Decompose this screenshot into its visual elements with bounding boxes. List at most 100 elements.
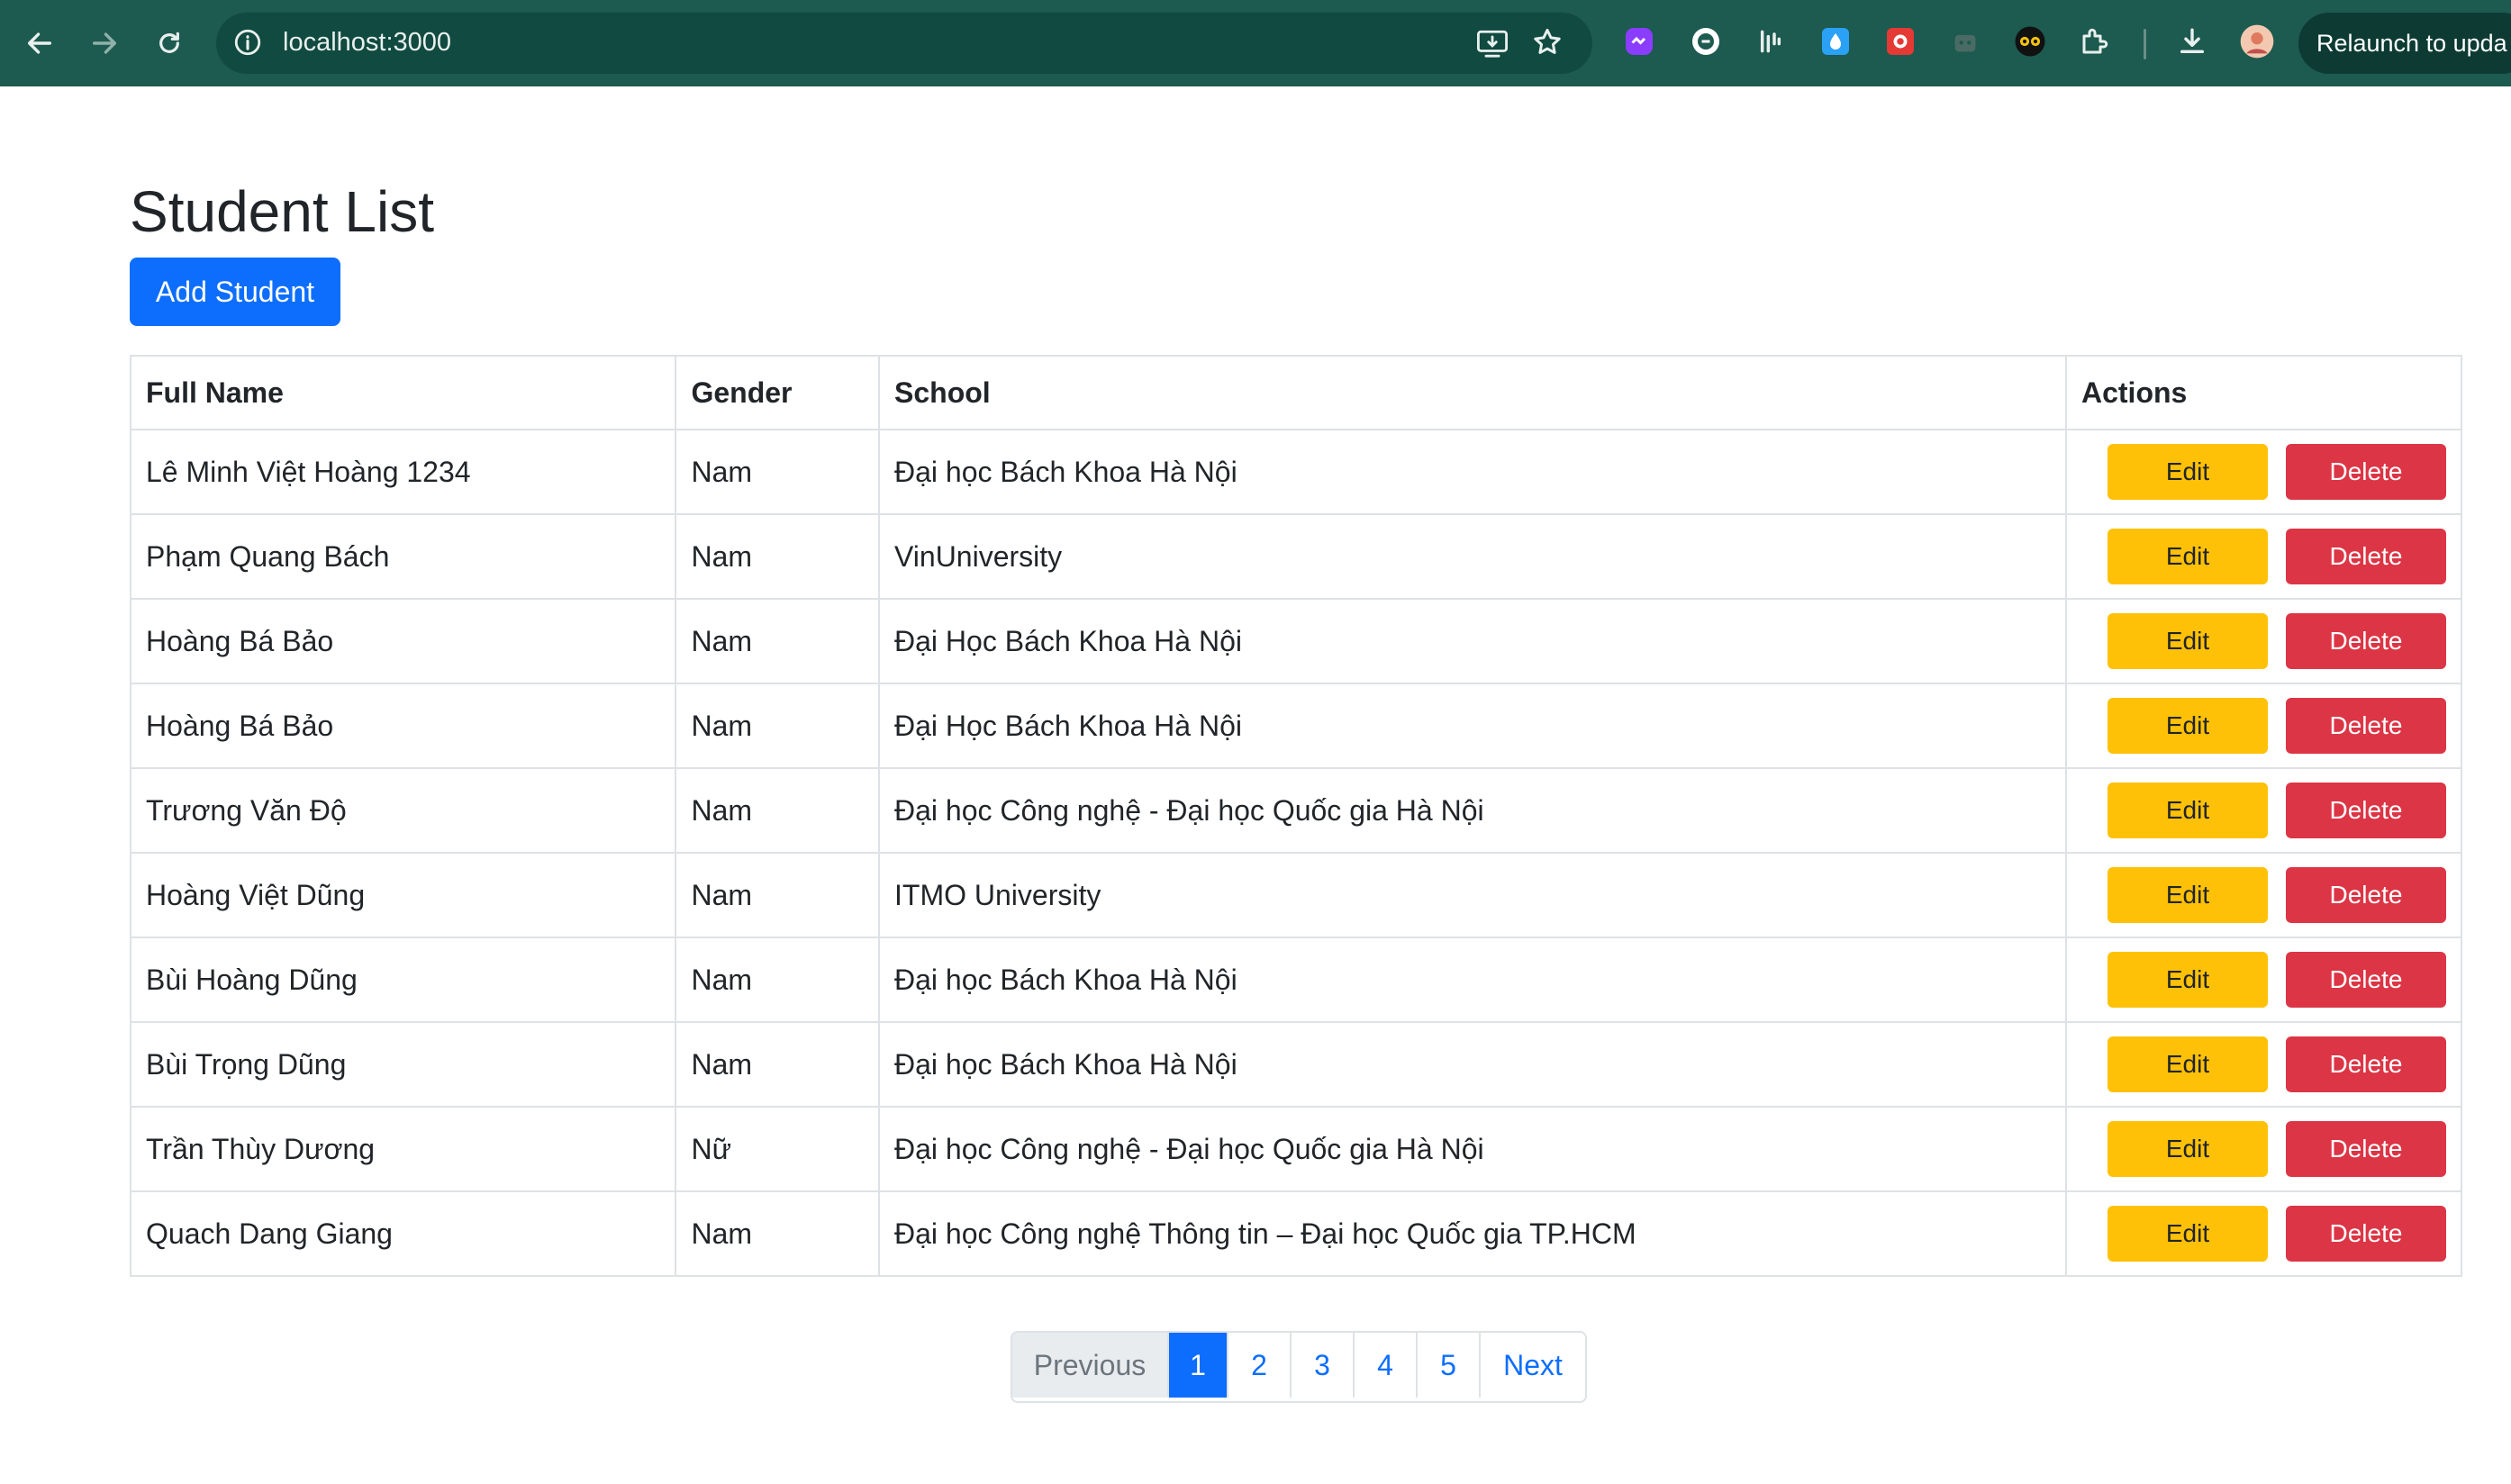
reload-icon[interactable] bbox=[144, 18, 195, 68]
delete-button[interactable]: Delete bbox=[2285, 1121, 2446, 1177]
cell-full-name: Hoàng Việt Dũng bbox=[129, 852, 677, 938]
cell-school: VinUniversity bbox=[878, 513, 2067, 600]
pagination-page-2[interactable]: 2 bbox=[1228, 1333, 1292, 1398]
edit-button[interactable]: Edit bbox=[2107, 698, 2268, 754]
download-icon[interactable] bbox=[2174, 23, 2210, 59]
cell-full-name: Bùi Trọng Dũng bbox=[129, 1021, 677, 1108]
table-row: Bùi Hoàng Dũng Nam Đại học Bách Khoa Hà Nộ… bbox=[129, 937, 2463, 1023]
extension-drop-icon[interactable] bbox=[1818, 23, 1854, 59]
cell-school: Đại học Bách Khoa Hà Nội bbox=[878, 429, 2067, 515]
page-title: Student List bbox=[130, 179, 434, 244]
table-row: Hoàng Việt Dũng Nam ITMO University Edit Del… bbox=[129, 852, 2463, 938]
actions-group: Edit Delete bbox=[2081, 529, 2446, 584]
edit-button[interactable]: Edit bbox=[2107, 1206, 2268, 1262]
cell-gender: Nam bbox=[675, 683, 881, 769]
table-row: Trương Văn Độ Nam Đại học Công nghệ - Đại … bbox=[129, 767, 2463, 854]
actions-group: Edit Delete bbox=[2081, 1036, 2446, 1092]
edit-button[interactable]: Edit bbox=[2107, 952, 2268, 1008]
cell-school: Đại học Bách Khoa Hà Nội bbox=[878, 937, 2067, 1023]
cell-gender: Nữ bbox=[675, 1106, 881, 1192]
install-app-icon[interactable] bbox=[1475, 28, 1509, 63]
edit-button[interactable]: Edit bbox=[2107, 783, 2268, 838]
edit-button[interactable]: Edit bbox=[2107, 529, 2268, 584]
delete-button[interactable]: Delete bbox=[2285, 867, 2446, 923]
cell-gender: Nam bbox=[675, 852, 881, 938]
pagination: Previous 1 2 3 4 5 Next bbox=[1011, 1331, 1587, 1403]
pagination-next[interactable]: Next bbox=[1481, 1333, 1585, 1398]
cell-actions: Edit Delete bbox=[2064, 429, 2463, 515]
header-gender: Gender bbox=[675, 355, 881, 430]
cell-full-name: Hoàng Bá Bảo bbox=[129, 598, 677, 684]
cell-gender: Nam bbox=[675, 1190, 881, 1277]
cell-school: Đại Học Bách Khoa Hà Nội bbox=[878, 598, 2067, 684]
site-info-icon[interactable] bbox=[232, 27, 263, 62]
table-body: Lê Minh Việt Hoàng 1234 Nam Đại học Bách K… bbox=[129, 429, 2463, 1277]
delete-button[interactable]: Delete bbox=[2285, 529, 2446, 584]
relaunch-button[interactable]: Relaunch to upda bbox=[2298, 13, 2511, 74]
forward-arrow-icon[interactable] bbox=[79, 18, 130, 68]
cell-actions: Edit Delete bbox=[2064, 513, 2463, 600]
delete-button[interactable]: Delete bbox=[2285, 613, 2446, 669]
delete-button[interactable]: Delete bbox=[2285, 1036, 2446, 1092]
delete-button[interactable]: Delete bbox=[2285, 698, 2446, 754]
table-header-row: Full Name Gender School Actions bbox=[129, 355, 2463, 430]
cell-gender: Nam bbox=[675, 429, 881, 515]
cell-school: Đại học Công nghệ Thông tin – Đại học Qu… bbox=[878, 1190, 2067, 1277]
edit-button[interactable]: Edit bbox=[2107, 444, 2268, 500]
delete-button[interactable]: Delete bbox=[2285, 783, 2446, 838]
cell-actions: Edit Delete bbox=[2064, 1021, 2463, 1108]
actions-group: Edit Delete bbox=[2081, 698, 2446, 754]
address-bar[interactable]: localhost:3000 bbox=[216, 13, 1592, 74]
extension-glasses-icon[interactable] bbox=[2012, 23, 2048, 59]
extension-red-icon[interactable] bbox=[1882, 23, 1918, 59]
actions-group: Edit Delete bbox=[2081, 783, 2446, 838]
edit-button[interactable]: Edit bbox=[2107, 867, 2268, 923]
cell-actions: Edit Delete bbox=[2064, 767, 2463, 854]
delete-button[interactable]: Delete bbox=[2285, 952, 2446, 1008]
url-text[interactable]: localhost:3000 bbox=[283, 28, 451, 58]
pagination-page-1[interactable]: 1 bbox=[1169, 1333, 1228, 1398]
toolbar-divider bbox=[2144, 29, 2146, 59]
extension-chart-icon[interactable] bbox=[1753, 23, 1789, 59]
profile-avatar-icon[interactable] bbox=[2239, 23, 2275, 59]
header-actions: Actions bbox=[2064, 355, 2463, 430]
actions-group: Edit Delete bbox=[2081, 1121, 2446, 1177]
delete-button[interactable]: Delete bbox=[2285, 1206, 2446, 1262]
cell-gender: Nam bbox=[675, 513, 881, 600]
extension-purple-icon[interactable] bbox=[1621, 23, 1657, 59]
pagination-page-5[interactable]: 5 bbox=[1418, 1333, 1481, 1398]
table-row: Hoàng Bá Bảo Nam Đại Học Bách Khoa Hà Nội E… bbox=[129, 598, 2463, 684]
extension-robot-icon[interactable] bbox=[1947, 23, 1983, 59]
table-row: Quach Dang Giang Nam Đại học Công nghệ Thô… bbox=[129, 1190, 2463, 1277]
cell-school: Đại Học Bách Khoa Hà Nội bbox=[878, 683, 2067, 769]
edit-button[interactable]: Edit bbox=[2107, 1121, 2268, 1177]
cell-actions: Edit Delete bbox=[2064, 1106, 2463, 1192]
extensions-puzzle-icon[interactable] bbox=[2077, 23, 2113, 59]
table-row: Lê Minh Việt Hoàng 1234 Nam Đại học Bách K… bbox=[129, 429, 2463, 515]
bookmark-star-icon[interactable] bbox=[1531, 26, 1564, 63]
cell-full-name: Trần Thùy Dương bbox=[129, 1106, 677, 1192]
extension-globe-icon[interactable] bbox=[1688, 23, 1724, 59]
header-full-name: Full Name bbox=[129, 355, 677, 430]
cell-actions: Edit Delete bbox=[2064, 937, 2463, 1023]
cell-full-name: Quach Dang Giang bbox=[129, 1190, 677, 1277]
edit-button[interactable]: Edit bbox=[2107, 1036, 2268, 1092]
browser-toolbar: localhost:3000 Relaunch to upda bbox=[0, 0, 2511, 86]
delete-button[interactable]: Delete bbox=[2285, 444, 2446, 500]
cell-full-name: Lê Minh Việt Hoàng 1234 bbox=[129, 429, 677, 515]
pagination-page-3[interactable]: 3 bbox=[1292, 1333, 1355, 1398]
pagination-previous[interactable]: Previous bbox=[1012, 1333, 1169, 1398]
add-student-button[interactable]: Add Student bbox=[130, 258, 340, 326]
header-school: School bbox=[878, 355, 2067, 430]
actions-group: Edit Delete bbox=[2081, 867, 2446, 923]
table-row: Hoàng Bá Bảo Nam Đại Học Bách Khoa Hà Nội E… bbox=[129, 683, 2463, 769]
actions-group: Edit Delete bbox=[2081, 444, 2446, 500]
back-arrow-icon[interactable] bbox=[14, 18, 65, 68]
actions-group: Edit Delete bbox=[2081, 952, 2446, 1008]
cell-school: Đại học Bách Khoa Hà Nội bbox=[878, 1021, 2067, 1108]
table-row: Phạm Quang Bách Nam VinUniversity Edit Delet… bbox=[129, 513, 2463, 600]
edit-button[interactable]: Edit bbox=[2107, 613, 2268, 669]
cell-gender: Nam bbox=[675, 937, 881, 1023]
pagination-page-4[interactable]: 4 bbox=[1355, 1333, 1418, 1398]
cell-full-name: Phạm Quang Bách bbox=[129, 513, 677, 600]
